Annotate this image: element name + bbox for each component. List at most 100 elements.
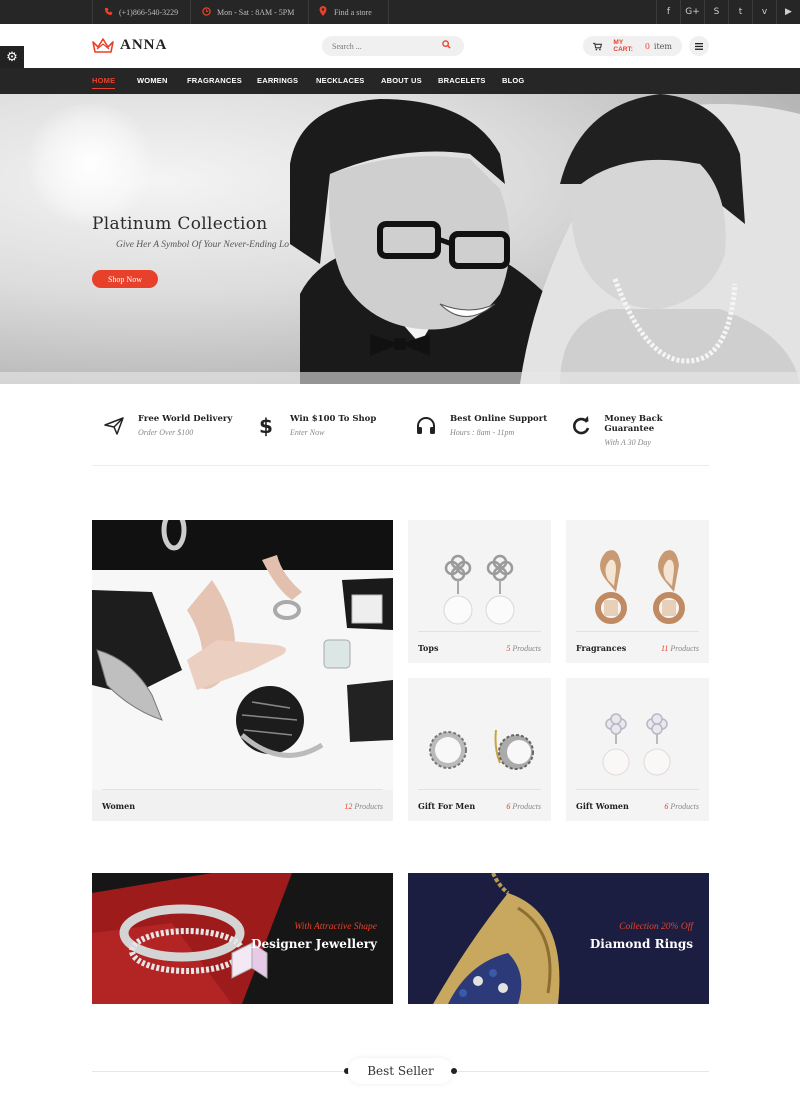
banner-diamond-rings[interactable]: Collection 20% Off Diamond Rings	[408, 873, 709, 1004]
feature-win-100: $ Win $100 To Shop Enter Now	[252, 412, 376, 440]
feature-support: Best Online Support Hours : 8am - 11pm	[412, 412, 547, 440]
phone-info: (+1)866-540-3229	[103, 0, 178, 24]
nav-home[interactable]: HOME	[92, 68, 116, 94]
nav-bracelets[interactable]: BRACELETS	[438, 68, 486, 94]
refresh-icon	[568, 412, 594, 440]
nav-blog[interactable]: BLOG	[502, 68, 524, 94]
pearl-studs-image	[429, 729, 534, 770]
feature-free-delivery: Free World Delivery Order Over $100	[100, 412, 232, 440]
category-name: Fragrances	[576, 643, 627, 653]
settings-gear-icon[interactable]: ⚙	[0, 46, 24, 68]
headphones-icon	[412, 412, 440, 440]
hours-text: Mon - Sat : 8AM - 5PM	[217, 7, 295, 17]
divider	[92, 0, 93, 24]
top-bar: (+1)866-540-3229 Mon - Sat : 8AM - 5PM F…	[0, 0, 800, 24]
banner-subtitle: With Attractive Shape	[294, 922, 377, 932]
hero-title: Platinum Collection	[92, 214, 268, 234]
divider	[388, 0, 389, 24]
category-count: 6 Products	[664, 802, 699, 811]
dollar-icon: $	[252, 412, 280, 440]
map-marker-icon	[318, 6, 328, 18]
banner-designer-jewellery[interactable]: With Attractive Shape Designer Jewellery	[92, 873, 393, 1004]
logo[interactable]: ANNA	[92, 37, 167, 54]
feature-subtitle: Hours : 8am - 11pm	[450, 428, 515, 437]
youtube-icon[interactable]: ▶	[776, 0, 800, 24]
cart-button[interactable]: MY CART: 0 item	[583, 36, 682, 56]
category-name: Gift For Men	[418, 801, 476, 811]
cart-count: 0	[644, 41, 650, 51]
logo-text: ANNA	[120, 37, 168, 53]
header: ANNA MY CART: 0 item	[0, 24, 800, 68]
twitter-icon[interactable]: t	[728, 0, 752, 24]
category-count: 11 Products	[661, 644, 699, 653]
google-plus-icon[interactable]: G+	[680, 0, 704, 24]
category-name: Tops	[418, 643, 439, 653]
store-info[interactable]: Find a store	[318, 0, 372, 24]
category-footer: Gift Women 6 Products	[576, 789, 699, 811]
category-footer: Tops 5 Products	[418, 631, 541, 653]
crown-icon	[92, 37, 114, 53]
phone-icon	[103, 7, 113, 18]
hours-info: Mon - Sat : 8AM - 5PM	[201, 0, 294, 24]
category-count: 6 Products	[506, 802, 541, 811]
hero-subtitle: Give Her A Symbol Of Your Never-Ending L…	[116, 240, 289, 250]
feature-title: Money Back Guarantee	[604, 414, 663, 434]
clock-icon	[201, 6, 211, 18]
category-gift-women[interactable]: Gift Women 6 Products	[566, 678, 709, 821]
nav-about-us[interactable]: ABOUT US	[381, 68, 422, 94]
feature-subtitle: With A 30 Day	[604, 438, 651, 447]
search-box	[322, 36, 464, 56]
menu-button[interactable]	[689, 36, 709, 56]
gold-earrings-image	[595, 550, 685, 624]
hamburger-icon	[695, 42, 703, 50]
skype-icon[interactable]: S	[704, 0, 728, 24]
find-store-link[interactable]: Find a store	[334, 8, 372, 17]
feature-subtitle: Order Over $100	[138, 428, 194, 437]
feature-money-back: Money Back Guarantee With A 30 Day	[568, 412, 709, 447]
category-count: 12 Products	[344, 802, 383, 811]
vimeo-icon[interactable]: v	[752, 0, 776, 24]
hero-slider: Platinum Collection Give Her A Symbol Of…	[0, 94, 800, 384]
nav-necklaces[interactable]: NECKLACES	[316, 68, 364, 94]
category-footer: Gift For Men 6 Products	[418, 789, 541, 811]
banner-title: Designer Jewellery	[251, 937, 377, 951]
nav-earrings[interactable]: EARRINGS	[257, 68, 298, 94]
banner-subtitle: Collection 20% Off	[619, 922, 693, 932]
phone-number[interactable]: (+1)866-540-3229	[119, 8, 178, 17]
women-jewelry-image	[92, 520, 393, 790]
divider	[308, 0, 309, 24]
features-bar: Free World Delivery Order Over $100 $ Wi…	[92, 404, 709, 466]
search-input[interactable]	[332, 41, 442, 51]
drop-earrings-image	[602, 713, 671, 776]
svg-text:$: $	[259, 415, 273, 437]
banner-title: Diamond Rings	[589, 937, 693, 951]
hero-couple-image	[0, 94, 800, 384]
cart-label: MY CART:	[613, 39, 633, 53]
category-tops[interactable]: Tops 5 Products	[408, 520, 551, 663]
category-fragrances[interactable]: Fragrances 11 Products	[566, 520, 709, 663]
cart-item-label: item	[653, 41, 672, 51]
social-links: f G+ S t v ▶	[656, 0, 800, 24]
shop-now-button[interactable]: Shop Now	[92, 270, 158, 288]
dot-decoration	[451, 1068, 457, 1074]
category-footer: Fragrances 11 Products	[576, 631, 699, 653]
pearl-earrings-image	[443, 554, 515, 625]
category-name: Women	[102, 801, 136, 811]
divider	[190, 0, 191, 24]
feature-subtitle: Enter Now	[290, 428, 325, 437]
nav-fragrances[interactable]: FRAGRANCES	[187, 68, 242, 94]
best-seller-title: Best Seller	[348, 1058, 453, 1084]
main-nav: HOME WOMEN FRAGRANCES EARRINGS NECKLACES…	[0, 68, 800, 94]
category-footer: Women 12 Products	[102, 789, 383, 811]
category-women[interactable]: Women 12 Products	[92, 520, 393, 821]
cart-icon	[593, 42, 602, 50]
best-seller-heading: Best Seller	[92, 1058, 709, 1084]
paper-plane-icon	[100, 412, 128, 440]
search-icon[interactable]	[442, 40, 451, 52]
feature-title: Best Online Support	[450, 414, 548, 424]
feature-title: Win $100 To Shop	[290, 414, 377, 424]
nav-women[interactable]: WOMEN	[137, 68, 168, 94]
facebook-icon[interactable]: f	[656, 0, 680, 24]
category-gift-for-men[interactable]: Gift For Men 6 Products	[408, 678, 551, 821]
category-name: Gift Women	[576, 801, 629, 811]
